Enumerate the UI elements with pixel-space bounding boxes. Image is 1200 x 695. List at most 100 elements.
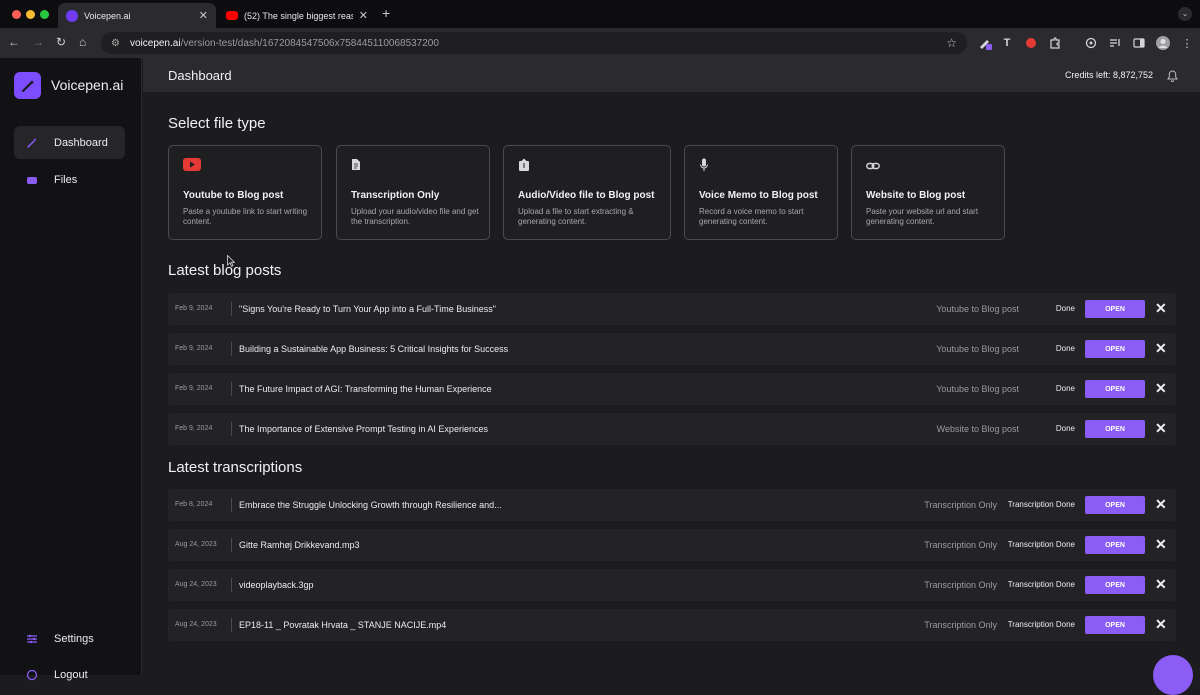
card-description: Upload a file to start extracting & gene… (518, 207, 634, 226)
row-divider (231, 342, 232, 356)
close-tab-icon[interactable]: ✕ (199, 9, 208, 22)
open-button[interactable]: OPEN (1085, 616, 1145, 634)
window-minimize-button[interactable] (26, 10, 35, 19)
open-button[interactable]: OPEN (1085, 496, 1145, 514)
main-content: Dashboard Credits left: 8,872,752 Select… (143, 58, 1200, 675)
card-website-to-blog[interactable]: Website to Blog post Paste your website … (851, 145, 1005, 240)
youtube-icon (183, 158, 201, 176)
row-divider (231, 578, 232, 592)
forward-arrow-icon[interactable]: → (32, 35, 44, 49)
table-row[interactable]: Feb 9, 2024 The Importance of Extensive … (168, 413, 1176, 445)
reload-icon[interactable]: ↻ (56, 35, 66, 49)
delete-x-icon[interactable]: ✕ (1155, 617, 1167, 631)
app-name: Voicepen.ai (51, 77, 124, 93)
extension-text-icon[interactable]: T (1000, 36, 1014, 50)
site-info-icon[interactable]: ⚙ (111, 38, 120, 49)
extension-record-icon[interactable] (1024, 36, 1038, 50)
sidebar: Voicepen.ai Dashboard Files Settings Log… (0, 58, 142, 681)
table-row[interactable]: Feb 8, 2024 Embrace the Struggle Unlocki… (168, 489, 1176, 521)
card-audio-video-to-blog[interactable]: Audio/Video file to Blog post Upload a f… (503, 145, 671, 240)
row-status: Done (1055, 304, 1075, 313)
open-button[interactable]: OPEN (1085, 576, 1145, 594)
card-youtube-to-blog[interactable]: Youtube to Blog post Paste a youtube lin… (168, 145, 322, 240)
row-divider (231, 498, 232, 512)
tab-title: Voicepen.ai (84, 10, 131, 21)
voicepen-favicon-icon (66, 9, 78, 22)
delete-x-icon[interactable]: ✕ (1155, 421, 1167, 435)
sidebar-item-dashboard[interactable]: Dashboard (14, 126, 125, 159)
upload-icon (518, 158, 530, 176)
row-title[interactable]: videoplayback.3gp (239, 580, 314, 590)
row-divider (231, 382, 232, 396)
delete-x-icon[interactable]: ✕ (1155, 301, 1167, 315)
row-date: Feb 8, 2024 (175, 501, 213, 508)
row-title[interactable]: Gitte Ramhøj Drikkevand.mp3 (239, 540, 360, 550)
table-row[interactable]: Feb 9, 2024 The Future Impact of AGI: Tr… (168, 373, 1176, 405)
row-type: Transcription Only (924, 580, 997, 590)
window-zoom-button[interactable] (40, 10, 49, 19)
side-panel-icon[interactable] (1132, 36, 1146, 50)
row-status: Done (1055, 344, 1075, 353)
profile-avatar-icon[interactable] (1156, 36, 1170, 50)
delete-x-icon[interactable]: ✕ (1155, 537, 1167, 551)
row-title[interactable]: EP18-11 _ Povratak Hrvata _ STANJE NACIJ… (239, 620, 446, 630)
sidebar-item-files[interactable]: Files (14, 163, 125, 196)
row-title[interactable]: "Signs You're Ready to Turn Your App int… (239, 304, 496, 314)
bell-icon[interactable] (1167, 69, 1178, 87)
extension-pen-icon[interactable] (978, 36, 992, 50)
extensions-puzzle-icon[interactable] (1048, 36, 1062, 50)
row-divider (231, 618, 232, 632)
row-title[interactable]: The Future Impact of AGI: Transforming t… (239, 384, 492, 394)
new-tab-button[interactable]: + (382, 6, 390, 20)
row-title[interactable]: The Importance of Extensive Prompt Testi… (239, 424, 488, 434)
row-title[interactable]: Building a Sustainable App Business: 5 C… (239, 344, 508, 354)
sliders-icon (26, 633, 38, 645)
browser-menu-icon[interactable]: ⋮ (1180, 36, 1194, 50)
delete-x-icon[interactable]: ✕ (1155, 497, 1167, 511)
row-title[interactable]: Embrace the Struggle Unlocking Growth th… (239, 500, 502, 510)
browser-tab-youtube[interactable]: (52) The single biggest reaso ✕ (218, 3, 376, 28)
row-type: Transcription Only (924, 540, 997, 550)
row-divider (231, 422, 232, 436)
open-button[interactable]: OPEN (1085, 300, 1145, 318)
sidebar-item-settings[interactable]: Settings (14, 622, 125, 655)
url-host: voicepen.ai (129, 37, 181, 49)
chat-support-button[interactable] (1153, 655, 1193, 695)
open-button[interactable]: OPEN (1085, 340, 1145, 358)
open-button[interactable]: OPEN (1085, 380, 1145, 398)
row-divider (231, 538, 232, 552)
table-row[interactable]: Aug 24, 2023 videoplayback.3gp Transcrip… (168, 569, 1176, 601)
window-close-button[interactable] (12, 10, 21, 19)
card-transcription-only[interactable]: Transcription Only Upload your audio/vid… (336, 145, 490, 240)
tab-search-icon[interactable]: ⌄ (1178, 7, 1192, 21)
bookmark-star-icon[interactable]: ☆ (946, 36, 957, 50)
delete-x-icon[interactable]: ✕ (1155, 577, 1167, 591)
table-row[interactable]: Feb 9, 2024 "Signs You're Ready to Turn … (168, 293, 1176, 325)
delete-x-icon[interactable]: ✕ (1155, 381, 1167, 395)
media-control-icon[interactable] (1108, 36, 1122, 50)
page-header: Dashboard Credits left: 8,872,752 (143, 58, 1200, 92)
row-type: Youtube to Blog post (936, 304, 1019, 314)
row-divider (231, 302, 232, 316)
delete-x-icon[interactable]: ✕ (1155, 341, 1167, 355)
home-icon[interactable]: ⌂ (79, 35, 86, 49)
credits-counter: Credits left: 8,872,752 (1064, 70, 1153, 80)
table-row[interactable]: Aug 24, 2023 EP18-11 _ Povratak Hrvata _… (168, 609, 1176, 641)
extension-sync-icon[interactable] (1084, 36, 1098, 50)
back-arrow-icon[interactable]: ← (8, 35, 20, 49)
row-status: Done (1055, 424, 1075, 433)
table-row[interactable]: Feb 9, 2024 Building a Sustainable App B… (168, 333, 1176, 365)
browser-tab-voicepen[interactable]: Voicepen.ai ✕ (58, 3, 216, 28)
sidebar-item-label: Files (54, 173, 78, 186)
table-row[interactable]: Aug 24, 2023 Gitte Ramhøj Drikkevand.mp3… (168, 529, 1176, 561)
close-tab-icon[interactable]: ✕ (359, 9, 368, 22)
row-date: Aug 24, 2023 (175, 581, 217, 588)
section-title-blog-posts: Latest blog posts (168, 262, 282, 279)
card-description: Paste your website url and start generat… (866, 207, 979, 226)
open-button[interactable]: OPEN (1085, 536, 1145, 554)
card-title: Voice Memo to Blog post (699, 190, 818, 201)
open-button[interactable]: OPEN (1085, 420, 1145, 438)
card-voice-memo-to-blog[interactable]: Voice Memo to Blog post Record a voice m… (684, 145, 838, 240)
address-bar[interactable]: ⚙ voicepen.ai/version-test/dash/16720845… (101, 32, 967, 54)
section-title-file-type: Select file type (168, 115, 266, 132)
